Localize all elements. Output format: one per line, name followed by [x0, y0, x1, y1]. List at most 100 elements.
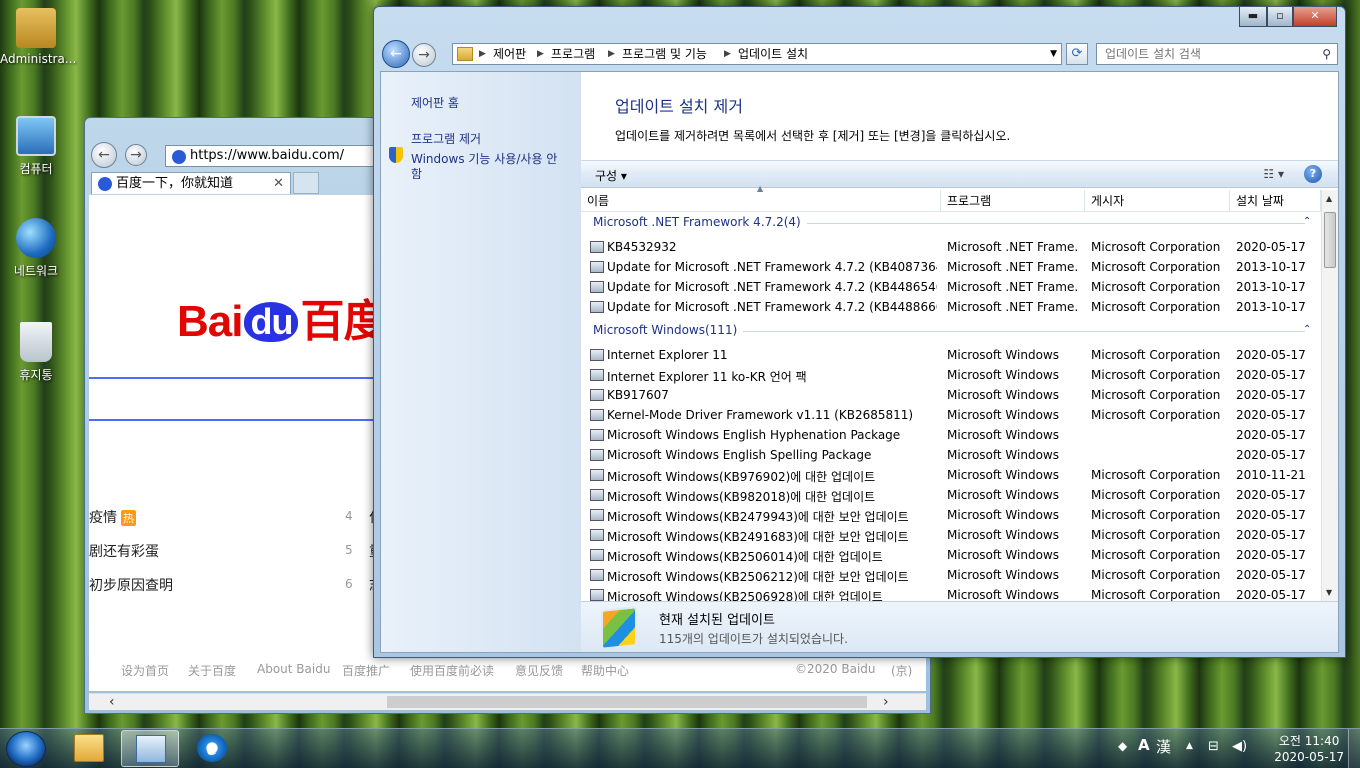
search-input[interactable] [1105, 47, 1315, 61]
update-row[interactable]: KB4532932 Microsoft .NET Frame... Microsof… [581, 237, 1321, 257]
forward-arrow-icon[interactable]: → [412, 43, 436, 67]
update-row[interactable]: Microsoft Windows(KB2491683)에 대한 보안 업데이트… [581, 525, 1321, 545]
language-bar-icon[interactable]: ◆ [1118, 739, 1127, 753]
updates-list: Microsoft .NET Framework 4.7.2(4) ⌃ KB4532… [581, 213, 1321, 601]
desktop-icon-recycle-bin[interactable]: 휴지통 [0, 322, 72, 383]
search-box[interactable]: ⚲ [1096, 43, 1338, 65]
desktop-icon-computer[interactable]: 컴퓨터 [0, 116, 72, 177]
update-row[interactable]: KB917607 Microsoft Windows Microsoft Corpo… [581, 385, 1321, 405]
breadcrumb-control-panel[interactable]: 제어판 [493, 44, 526, 64]
scrollbar-thumb[interactable] [387, 696, 867, 708]
taskbar-control-panel-button[interactable] [121, 730, 179, 767]
footer-link[interactable]: 关于百度 [188, 662, 236, 679]
update-row[interactable]: Microsoft Windows(KB2506928)에 대한 업데이트 Mic… [581, 585, 1321, 601]
column-header-name[interactable]: 이름 [581, 190, 941, 212]
update-row[interactable]: Microsoft Windows(KB2506014)에 대한 업데이트 Mic… [581, 545, 1321, 565]
search-icon[interactable]: ⚲ [1322, 44, 1331, 64]
hot-tag-badge: 热 [121, 510, 136, 526]
close-button[interactable]: ✕ [1293, 7, 1337, 27]
chevron-right-icon[interactable]: ▶ [724, 44, 731, 64]
update-row[interactable]: Microsoft Windows(KB2506212)에 대한 보안 업데이트… [581, 565, 1321, 585]
update-row[interactable]: Microsoft Windows English Hyphenation Pa… [581, 425, 1321, 445]
show-hidden-icons-arrow[interactable]: ▲ [1186, 741, 1193, 751]
update-row[interactable]: Microsoft Windows English Spelling Packa… [581, 445, 1321, 465]
update-program: Microsoft Windows [947, 388, 1059, 402]
help-icon[interactable]: ? [1304, 165, 1322, 183]
chevron-down-icon[interactable]: ▼ [1050, 44, 1057, 64]
desktop-icon-label: 컴퓨터 [19, 162, 53, 176]
volume-icon[interactable]: ◀) [1232, 739, 1247, 754]
update-installed-date: 2013-10-17 [1236, 280, 1306, 294]
update-row[interactable]: Update for Microsoft .NET Framework 4.7.… [581, 297, 1321, 317]
link-windows-features[interactable]: Windows 기능 사용/사용 안 함 [411, 152, 571, 182]
scroll-right-icon[interactable]: › [883, 694, 889, 710]
footer-link[interactable]: 使用百度前必读 [410, 662, 494, 679]
ime-mode-indicator[interactable]: A [1138, 736, 1150, 754]
footer-link[interactable]: About Baidu [257, 662, 330, 676]
update-name: Microsoft Windows(KB976902)에 대한 업데이트 [607, 470, 876, 484]
scroll-down-icon[interactable]: ▼ [1326, 588, 1332, 597]
update-row[interactable]: Kernel-Mode Driver Framework v1.11 (KB26… [581, 405, 1321, 425]
chevron-right-icon[interactable]: ▶ [537, 44, 544, 64]
update-row[interactable]: Update for Microsoft .NET Framework 4.7.… [581, 277, 1321, 297]
back-arrow-icon[interactable]: ← [382, 40, 410, 68]
update-program: Microsoft Windows [947, 488, 1059, 502]
taskbar-explorer-button[interactable] [60, 730, 118, 767]
group-header[interactable]: Microsoft .NET Framework 4.7.2(4) [593, 215, 801, 229]
breadcrumb[interactable]: ▶ 제어판 ▶ 프로그램 ▶ 프로그램 및 기능 ▶ 업데이트 설치 ▼ [452, 43, 1062, 65]
update-row[interactable]: Microsoft Windows(KB982018)에 대한 업데이트 Micr… [581, 485, 1321, 505]
breadcrumb-installed-updates[interactable]: 업데이트 설치 [738, 44, 808, 64]
maximize-button[interactable]: ▫ [1267, 7, 1293, 27]
scrollbar-thumb[interactable] [1324, 212, 1336, 268]
update-row[interactable]: Microsoft Windows(KB976902)에 대한 업데이트 Micr… [581, 465, 1321, 485]
ie-horizontal-scrollbar[interactable]: ‹ › [89, 693, 926, 710]
tab-close-icon[interactable]: ✕ [273, 173, 284, 194]
footer-link[interactable]: 意见反馈 [515, 662, 563, 679]
details-count: 115개의 업데이트가 설치되었습니다. [659, 632, 848, 646]
footer-link[interactable]: 帮助中心 [581, 662, 629, 679]
system-clock[interactable]: 오전 11:40 2020-05-17 [1274, 733, 1344, 765]
footer-link[interactable]: 百度推广 [342, 662, 390, 679]
breadcrumb-programs-features[interactable]: 프로그램 및 기능 [622, 44, 707, 64]
ie-tab-baidu[interactable]: 百度一下，你就知道 ✕ [91, 172, 291, 194]
chevron-right-icon[interactable]: ▶ [608, 44, 615, 64]
refresh-icon[interactable]: ⟳ [1066, 43, 1088, 65]
column-header-installed-on[interactable]: 설치 날짜 [1230, 190, 1321, 212]
scroll-left-icon[interactable]: ‹ [109, 694, 115, 710]
scroll-up-icon[interactable]: ▲ [1326, 194, 1332, 203]
update-row[interactable]: Internet Explorer 11 ko-KR 언어 팩 Microsoft… [581, 365, 1321, 385]
link-uninstall-program[interactable]: 프로그램 제거 [411, 130, 481, 147]
vertical-scrollbar[interactable]: ▲ ▼ [1321, 190, 1338, 601]
back-arrow-icon[interactable]: ← [91, 142, 117, 168]
footer-link[interactable]: 设为首页 [121, 662, 169, 679]
ie-new-tab-button[interactable] [293, 172, 319, 194]
show-desktop-button[interactable] [1348, 729, 1360, 768]
desktop-icon-administrator[interactable]: Administra... [0, 8, 76, 66]
collapse-group-icon[interactable]: ⌃ [1303, 216, 1311, 227]
view-options-button[interactable]: ☷ ▾ [1263, 167, 1284, 181]
breadcrumb-programs[interactable]: 프로그램 [551, 44, 595, 64]
update-row[interactable]: Internet Explorer 11 Microsoft Windows Mic… [581, 345, 1321, 365]
update-row[interactable]: Microsoft Windows(KB2479943)에 대한 보안 업데이트… [581, 505, 1321, 525]
ime-hanja-indicator[interactable]: 漢 [1156, 736, 1171, 757]
minimize-button[interactable]: ▬ [1239, 7, 1267, 27]
update-row[interactable]: Update for Microsoft .NET Framework 4.7.… [581, 257, 1321, 277]
desktop-icon-network[interactable]: 네트워크 [0, 218, 72, 279]
column-header-program[interactable]: 프로그램 [941, 190, 1085, 212]
recycle-bin-icon [20, 322, 52, 362]
link-control-panel-home[interactable]: 제어판 홈 [411, 94, 459, 111]
taskbar-ie-button[interactable]: e [183, 730, 241, 767]
start-button[interactable] [6, 731, 46, 767]
group-header[interactable]: Microsoft Windows(111) [593, 323, 737, 337]
forward-arrow-icon[interactable]: → [125, 144, 147, 166]
chevron-right-icon[interactable]: ▶ [479, 44, 486, 64]
network-status-icon[interactable]: ⊟ [1208, 739, 1219, 754]
hot-search-item[interactable]: 初步原因查明 [89, 575, 173, 595]
update-name: Microsoft Windows English Hyphenation Pa… [607, 428, 901, 442]
hot-search-item[interactable]: 剧还有彩蛋 [89, 541, 159, 561]
installed-updates-window: ▬ ▫ ✕ ← → ▶ 제어판 ▶ 프로그램 ▶ 프로그램 및 기능 ▶ 업데이… [373, 6, 1346, 658]
hot-search-item[interactable]: 疫情热 [89, 507, 136, 527]
collapse-group-icon[interactable]: ⌃ [1303, 324, 1311, 335]
column-header-publisher[interactable]: 게시자 [1085, 190, 1230, 212]
organize-button[interactable]: 구성 ▾ [595, 167, 627, 184]
